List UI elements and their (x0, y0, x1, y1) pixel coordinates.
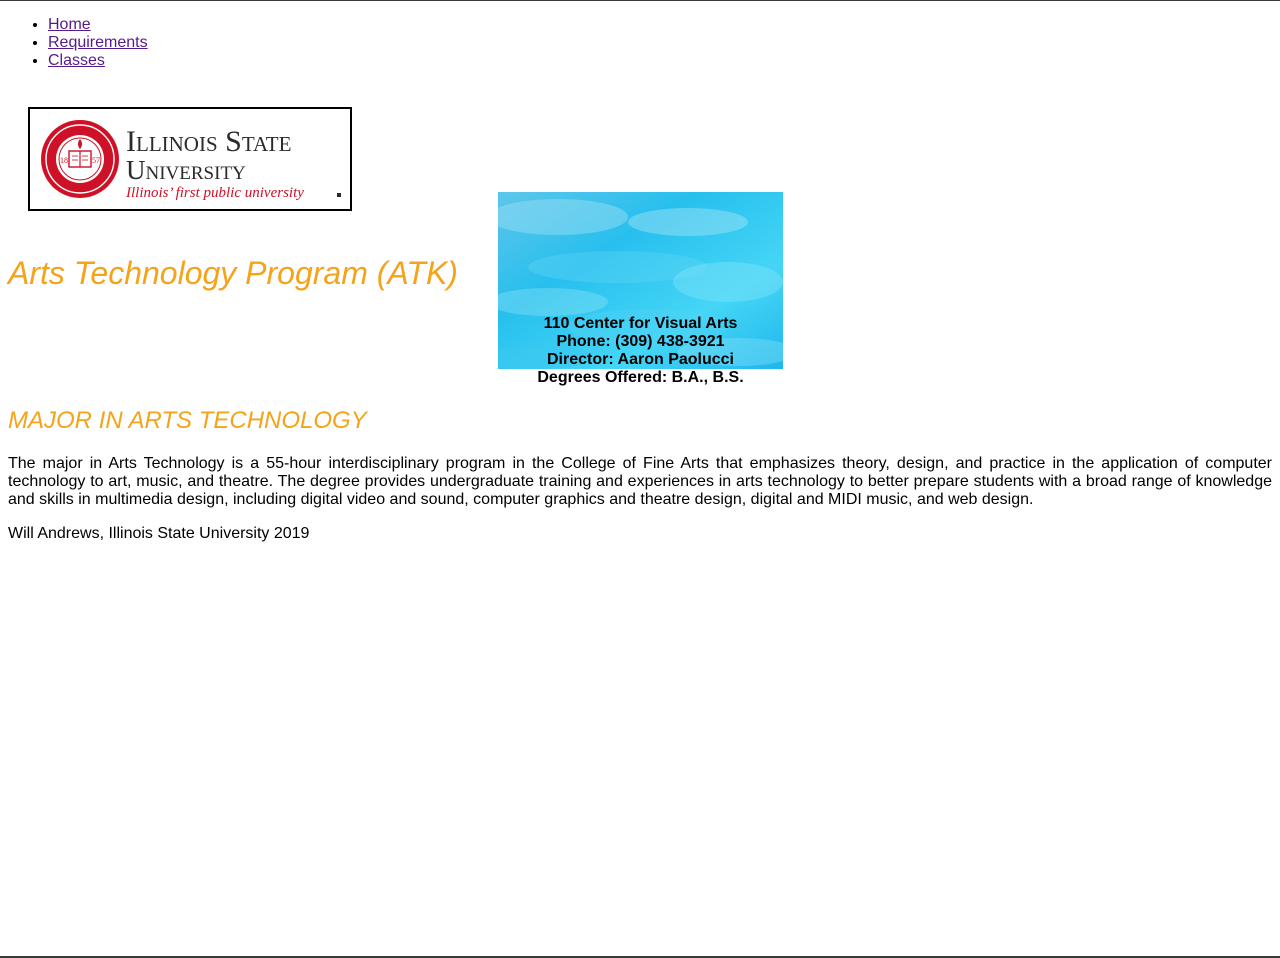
program-info: 110 Center for Visual Arts Phone: (309) … (498, 315, 783, 387)
footer-credit: Will Andrews, Illinois State University … (8, 525, 310, 542)
info-phone: Phone: (309) 438-3921 (556, 333, 725, 350)
info-degrees: Degrees Offered: B.A., B.S. (537, 369, 744, 386)
logo-line-1: Illinois State (126, 125, 291, 158)
university-logo: 18 57 Illinois State University Illinois… (28, 107, 352, 211)
nav-item-home: Home (48, 16, 148, 34)
seal-icon: 18 57 (41, 120, 119, 198)
seal-year-right: 57 (92, 156, 100, 165)
logo-graphic: 18 57 Illinois State University Illinois… (41, 120, 341, 201)
info-director: Director: Aaron Paolucci (546, 351, 734, 368)
nav-link-classes[interactable]: Classes (48, 52, 105, 69)
major-heading: MAJOR IN ARTS TECHNOLOGY (8, 407, 367, 434)
info-location: 110 Center for Visual Arts (543, 315, 738, 332)
seal-year-left: 18 (60, 156, 68, 165)
logo-tagline: Illinois’ first public university (125, 185, 304, 201)
nav-item-requirements: Requirements (48, 34, 148, 52)
nav-link-home[interactable]: Home (48, 16, 91, 33)
page-title: Arts Technology Program (ATK) (8, 255, 458, 291)
logo-line-2: University (126, 155, 246, 185)
main-nav: Home Requirements Classes (0, 16, 148, 70)
major-description: The major in Arts Technology is a 55-hou… (8, 455, 1272, 508)
nav-item-classes: Classes (48, 52, 148, 70)
nav-link-requirements[interactable]: Requirements (48, 34, 148, 51)
